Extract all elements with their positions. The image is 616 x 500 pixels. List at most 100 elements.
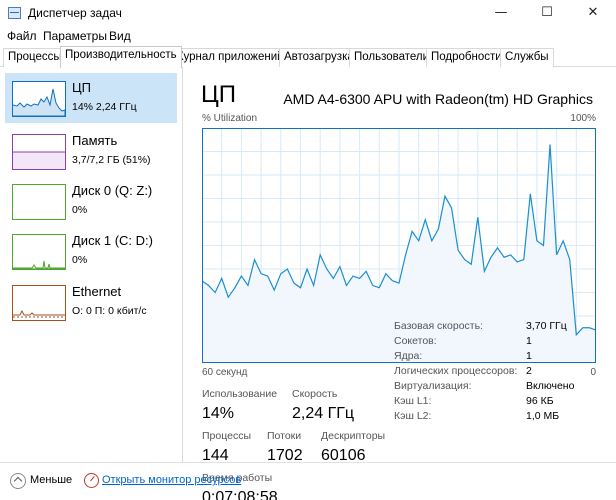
data-point bbox=[300, 287, 301, 288]
data-point bbox=[234, 287, 235, 288]
data-point bbox=[228, 297, 229, 298]
sidebar-item-disk-0[interactable]: Диск 0 (Q: Z:) 0% bbox=[5, 176, 177, 226]
sidebar-item-disk-1[interactable]: Диск 1 (C: D:) 0% bbox=[5, 226, 177, 276]
data-point bbox=[221, 278, 222, 279]
data-point bbox=[444, 196, 445, 197]
data-point bbox=[333, 278, 334, 279]
data-point bbox=[306, 268, 307, 269]
data-point bbox=[261, 273, 262, 274]
menu-file[interactable]: Файл bbox=[7, 29, 37, 43]
data-point bbox=[392, 280, 393, 281]
menu-options[interactable]: Параметры bbox=[43, 29, 107, 43]
data-point bbox=[247, 285, 248, 286]
tab-users[interactable]: Пользователи bbox=[349, 48, 435, 67]
sidebar-item-memory[interactable]: Память 3,7/7,2 ГБ (51%) bbox=[5, 126, 177, 176]
data-point bbox=[471, 264, 472, 265]
data-point bbox=[582, 327, 583, 328]
tab-performance[interactable]: Производительность bbox=[60, 46, 182, 68]
data-point bbox=[549, 144, 550, 145]
base-speed-value: 3,70 ГГц bbox=[526, 320, 567, 332]
base-speed-label: Базовая скорость: bbox=[394, 320, 483, 332]
data-point bbox=[280, 273, 281, 274]
data-point bbox=[569, 259, 570, 260]
memory-thumbnail bbox=[12, 134, 66, 170]
disk-0-thumbnail bbox=[12, 184, 66, 220]
sockets-label: Сокетов: bbox=[394, 335, 437, 347]
data-point bbox=[536, 240, 537, 241]
speed-label: Скорость bbox=[292, 388, 338, 400]
page-title: ЦП bbox=[201, 81, 237, 108]
title-bar: Диспетчер задач — ☐ ✕ bbox=[0, 0, 616, 26]
data-point bbox=[293, 283, 294, 284]
data-point bbox=[563, 240, 564, 241]
cores-label: Ядра: bbox=[394, 350, 423, 362]
sidebar-item-ethernet[interactable]: Ethernet О: 0 П: 0 кбит/с bbox=[5, 277, 177, 327]
open-resource-monitor-link[interactable]: Открыть монитор ресурсов bbox=[102, 474, 241, 486]
data-point bbox=[490, 257, 491, 258]
data-point bbox=[313, 285, 314, 286]
tab-details[interactable]: Подробности bbox=[426, 48, 507, 67]
data-point bbox=[372, 285, 373, 286]
data-point bbox=[510, 254, 511, 255]
disk-1-thumbnail bbox=[12, 234, 66, 270]
data-point bbox=[530, 193, 531, 194]
data-point bbox=[352, 275, 353, 276]
tab-startup[interactable]: Автозагрузка bbox=[279, 48, 359, 67]
window-title: Диспетчер задач bbox=[28, 6, 122, 20]
close-button[interactable]: ✕ bbox=[570, 0, 616, 26]
data-point bbox=[418, 240, 419, 241]
sockets-value: 1 bbox=[526, 335, 532, 347]
menu-bar: Файл Параметры Вид bbox=[0, 26, 616, 46]
l1-cache-label: Кэш L1: bbox=[394, 395, 432, 407]
sidebar-item-sub: О: 0 П: 0 кбит/с bbox=[72, 305, 147, 317]
cpu-thumbnail bbox=[12, 81, 66, 117]
chevron-up-icon[interactable] bbox=[10, 473, 26, 489]
logical-processors-value: 2 bbox=[526, 365, 532, 377]
fewer-details-button[interactable]: Меньше bbox=[30, 474, 72, 486]
virtualization-label: Виртуализация: bbox=[394, 380, 472, 392]
data-point bbox=[215, 292, 216, 293]
sidebar-item-cpu[interactable]: ЦП 14% 2,24 ГГц bbox=[5, 73, 177, 123]
minimize-button[interactable]: — bbox=[478, 0, 524, 26]
data-point bbox=[438, 228, 439, 229]
tab-strip: Процессы Производительность Журнал прило… bbox=[0, 46, 616, 68]
data-point bbox=[208, 285, 209, 286]
menu-view[interactable]: Вид bbox=[109, 29, 131, 43]
data-point bbox=[405, 254, 406, 255]
sidebar-item-label: Ethernet bbox=[72, 284, 122, 299]
data-point bbox=[543, 245, 544, 246]
task-manager-icon bbox=[8, 7, 21, 19]
processes-label: Процессы bbox=[202, 430, 252, 442]
data-point bbox=[385, 273, 386, 274]
cpu-panel: ЦП AMD A4-6300 APU with Radeon(tm) HD Gr… bbox=[183, 67, 616, 500]
data-point bbox=[326, 268, 327, 269]
logical-processors-label: Логических процессоров: bbox=[394, 365, 518, 377]
data-point bbox=[254, 259, 255, 260]
graph-y-label: % Utilization bbox=[202, 113, 258, 124]
data-point bbox=[379, 287, 380, 288]
l2-cache-value: 1,0 МБ bbox=[526, 410, 560, 422]
sidebar-item-label: Диск 0 (Q: Z:) bbox=[72, 183, 153, 198]
data-point bbox=[589, 327, 590, 328]
data-point bbox=[366, 271, 367, 272]
tab-app-history[interactable]: Журнал приложений bbox=[168, 48, 289, 67]
threads-label: Потоки bbox=[267, 430, 302, 442]
tab-processes[interactable]: Процессы bbox=[3, 48, 67, 67]
tab-services[interactable]: Службы bbox=[500, 48, 554, 67]
data-point bbox=[339, 266, 340, 267]
data-point bbox=[464, 259, 465, 260]
data-point bbox=[484, 271, 485, 272]
data-point bbox=[398, 283, 399, 284]
graph-y-min: 0 bbox=[590, 367, 596, 378]
data-point bbox=[556, 254, 557, 255]
data-point bbox=[412, 231, 413, 232]
data-point bbox=[274, 290, 275, 291]
data-point bbox=[267, 275, 268, 276]
resource-sidebar: ЦП 14% 2,24 ГГц Память 3,7/7,2 ГБ (51%) … bbox=[0, 67, 183, 462]
usage-value: 14% bbox=[202, 405, 235, 422]
sidebar-item-sub: 0% bbox=[72, 254, 88, 266]
maximize-button[interactable]: ☐ bbox=[524, 0, 570, 26]
footer-bar: Меньше Открыть монитор ресурсов bbox=[0, 462, 616, 500]
data-point bbox=[241, 275, 242, 276]
ethernet-thumbnail bbox=[12, 285, 66, 321]
